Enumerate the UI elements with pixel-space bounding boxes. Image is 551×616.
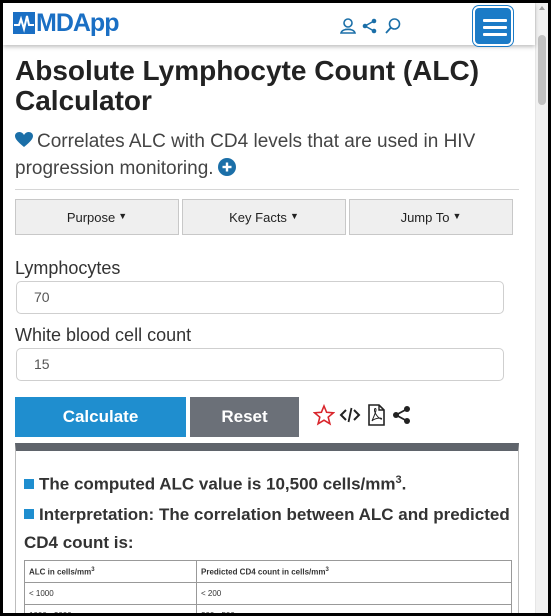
top-header: MDApp [3,3,535,46]
table-cell: 1000 - 2000 [24,604,197,613]
table-cell: < 200 [196,582,512,605]
wbc-input[interactable]: 15 [16,348,504,381]
bullet-square-icon [24,509,34,519]
alc-cd4-table: ALC in cells/mm3 Predicted CD4 count in … [24,560,512,613]
heart-icon [15,132,33,147]
interpretation-label: Interpretation: The correlation between … [24,505,510,552]
logo[interactable]: MDApp [13,9,119,37]
share-icon[interactable] [361,17,379,35]
page-frame: MDApp Absolute Lymphocyte Count (ALC) Ca… [3,3,548,613]
tab-purpose[interactable]: Purpose ▼ [15,199,179,235]
table-header: Predicted CD4 count in cells/mm3 [196,560,512,583]
page-title: Absolute Lymphocyte Count (ALC) Calculat… [15,55,480,116]
chevron-down-icon: ▼ [289,211,299,221]
interpretation-text: Interpretation: The correlation between … [24,501,512,557]
table-row: 1000 - 2000 200 - 500 [24,604,512,613]
tab-jump-to[interactable]: Jump To ▼ [349,199,513,235]
table-cell: < 1000 [24,582,197,605]
table-header-row: ALC in cells/mm3 Predicted CD4 count in … [24,560,512,583]
tab-label: Jump To [400,209,450,225]
share-icon[interactable] [391,404,413,426]
tab-label: Purpose [66,209,116,225]
chevron-down-icon: ▼ [452,211,462,221]
table-cell: 200 - 500 [196,604,512,613]
computed-alc-result: The computed ALC value is 10,500 cells/m… [24,466,512,499]
computed-suffix: . [401,474,407,494]
calculate-button[interactable]: Calculate [15,397,186,437]
scroll-up-arrow-icon[interactable] [539,6,545,10]
lymphocytes-label: Lymphocytes [15,258,121,278]
chevron-down-icon: ▼ [118,211,128,221]
tab-key-facts[interactable]: Key Facts ▼ [182,199,346,235]
star-icon[interactable] [313,404,335,426]
logo-text: MDApp [36,9,119,37]
user-icon[interactable] [339,17,357,35]
table-row: < 1000 < 200 [24,582,512,605]
logo-mark-icon [13,12,35,34]
expand-plus-icon[interactable] [217,158,236,176]
subtitle-text: Correlates ALC with CD4 levels that are … [15,131,476,179]
tab-label: Key Facts [229,209,287,225]
pdf-icon[interactable] [365,404,387,426]
table-header: ALC in cells/mm3 [24,560,197,583]
lymphocytes-input[interactable]: 70 [16,281,504,314]
divider [15,189,519,190]
embed-code-icon[interactable] [339,404,361,426]
computed-text: The computed ALC value is 10,500 cells/m… [39,474,396,494]
bullet-square-icon [24,478,34,489]
page-subtitle: Correlates ALC with CD4 levels that are … [15,128,515,182]
search-icon[interactable] [384,17,402,35]
wbc-label: White blood cell count [15,325,192,345]
hamburger-menu-button[interactable] [473,6,513,46]
vertical-scrollbar[interactable] [535,3,548,613]
results-panel: The computed ALC value is 10,500 cells/m… [15,443,519,613]
scrollbar-thumb[interactable] [538,35,546,105]
reset-button[interactable]: Reset [190,397,299,437]
